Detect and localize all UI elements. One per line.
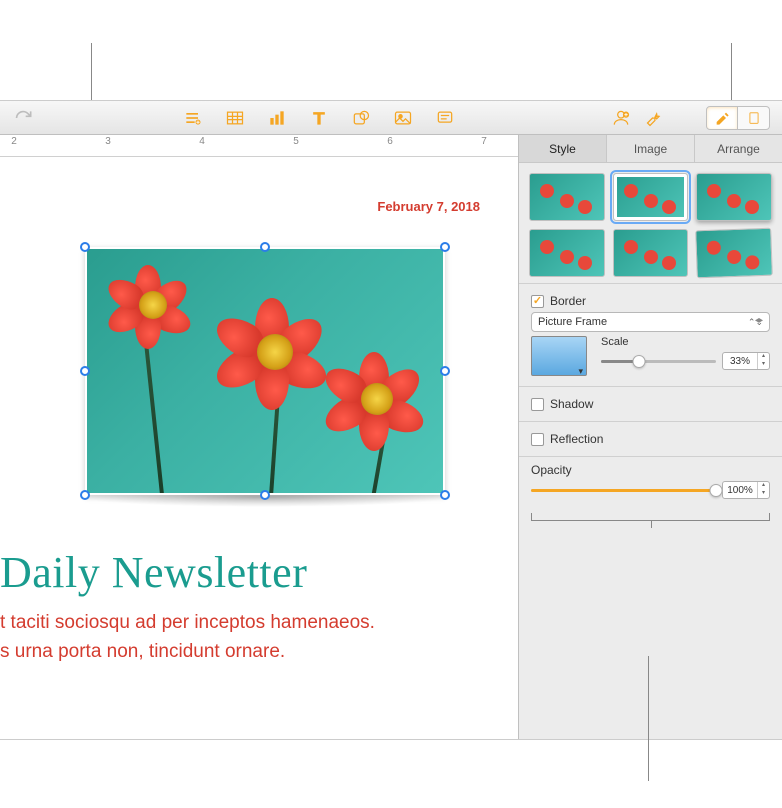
- canvas-column: 2 3 4 5 6 7 February 7, 2018: [0, 135, 518, 739]
- shape-icon[interactable]: [349, 106, 373, 130]
- ruler[interactable]: 2 3 4 5 6 7: [0, 135, 518, 157]
- callout-line-bottom: [648, 656, 649, 781]
- style-preset[interactable]: [613, 229, 689, 277]
- ruler-label: 3: [105, 136, 111, 147]
- selected-image[interactable]: [85, 247, 445, 495]
- selection-handle-tm[interactable]: [260, 242, 270, 252]
- callout-bracket: [531, 513, 770, 521]
- redo-icon[interactable]: [12, 106, 36, 130]
- style-presets: [519, 163, 782, 283]
- flower-icon: [117, 269, 189, 341]
- opacity-value: 100%: [723, 485, 757, 496]
- media-icon[interactable]: [391, 106, 415, 130]
- document-body: t taciti sociosqu ad per inceptos hamena…: [0, 609, 375, 666]
- border-section: Border Picture Frame ⌃⌄ Scale: [519, 283, 782, 386]
- insert-page-icon[interactable]: [181, 106, 205, 130]
- frame-preview[interactable]: [531, 336, 587, 376]
- border-type-value: Picture Frame: [538, 316, 607, 328]
- shadow-section: Shadow: [519, 386, 782, 421]
- selection-handle-ml[interactable]: [80, 366, 90, 376]
- style-preset[interactable]: [529, 229, 605, 277]
- ruler-label: 5: [293, 136, 299, 147]
- format-inspector-button[interactable]: [706, 106, 738, 130]
- chart-icon[interactable]: [265, 106, 289, 130]
- scale-value: 33%: [723, 356, 757, 367]
- ruler-label: 7: [481, 136, 487, 147]
- text-icon[interactable]: [307, 106, 331, 130]
- main-area: 2 3 4 5 6 7 February 7, 2018: [0, 135, 782, 739]
- toolbar: [0, 101, 782, 135]
- scale-label: Scale: [601, 336, 770, 348]
- ruler-label: 2: [11, 136, 17, 147]
- collaborate-icon[interactable]: [609, 106, 633, 130]
- style-preset[interactable]: [696, 173, 772, 221]
- document-inspector-button[interactable]: [738, 106, 770, 130]
- opacity-section: Opacity 100% ▴▾: [519, 456, 782, 509]
- flower-icon: [227, 304, 323, 400]
- inspector-toggle: [706, 106, 770, 130]
- flower-icon: [335, 357, 421, 443]
- inspector-tabs: Style Image Arrange: [519, 135, 782, 163]
- border-label: Border: [550, 294, 586, 308]
- ruler-label: 6: [387, 136, 393, 147]
- reflection-checkbox[interactable]: [531, 433, 544, 446]
- border-type-select[interactable]: Picture Frame ⌃⌄: [531, 312, 770, 332]
- tab-arrange[interactable]: Arrange: [695, 135, 782, 162]
- border-checkbox[interactable]: [531, 295, 544, 308]
- opacity-label: Opacity: [531, 463, 770, 477]
- callout-line-top-right: [731, 43, 732, 103]
- selection-handle-mr[interactable]: [440, 366, 450, 376]
- body-line: t taciti sociosqu ad per inceptos hamena…: [0, 609, 375, 638]
- opacity-slider[interactable]: [531, 489, 716, 492]
- reflection-section: Reflection: [519, 421, 782, 456]
- comment-icon[interactable]: [433, 106, 457, 130]
- style-preset[interactable]: [613, 173, 689, 221]
- reflection-label: Reflection: [550, 432, 603, 446]
- scale-stepper[interactable]: 33% ▴▾: [722, 352, 770, 370]
- tab-image[interactable]: Image: [607, 135, 695, 162]
- document-canvas[interactable]: February 7, 2018: [0, 157, 518, 739]
- opacity-stepper[interactable]: 100% ▴▾: [722, 481, 770, 499]
- shadow-label: Shadow: [550, 397, 593, 411]
- document-title: Daily Newsletter: [0, 547, 307, 598]
- app-window: 2 3 4 5 6 7 February 7, 2018: [0, 100, 782, 740]
- body-line: s urna porta non, tincidunt ornare.: [0, 638, 375, 667]
- scale-slider[interactable]: [601, 360, 716, 363]
- tab-style[interactable]: Style: [519, 135, 607, 162]
- selection-handle-tl[interactable]: [80, 242, 90, 252]
- table-icon[interactable]: [223, 106, 247, 130]
- selection-handle-br[interactable]: [440, 490, 450, 500]
- selection-handle-bl[interactable]: [80, 490, 90, 500]
- tools-icon[interactable]: [643, 106, 667, 130]
- document-date: February 7, 2018: [377, 199, 480, 214]
- ruler-label: 4: [199, 136, 205, 147]
- style-preset[interactable]: [696, 228, 773, 279]
- image-content: [85, 247, 445, 495]
- selection-handle-tr[interactable]: [440, 242, 450, 252]
- shadow-checkbox[interactable]: [531, 398, 544, 411]
- style-preset[interactable]: [529, 173, 605, 221]
- selection-handle-bm[interactable]: [260, 490, 270, 500]
- format-inspector: Style Image Arrange Border Pi: [518, 135, 782, 739]
